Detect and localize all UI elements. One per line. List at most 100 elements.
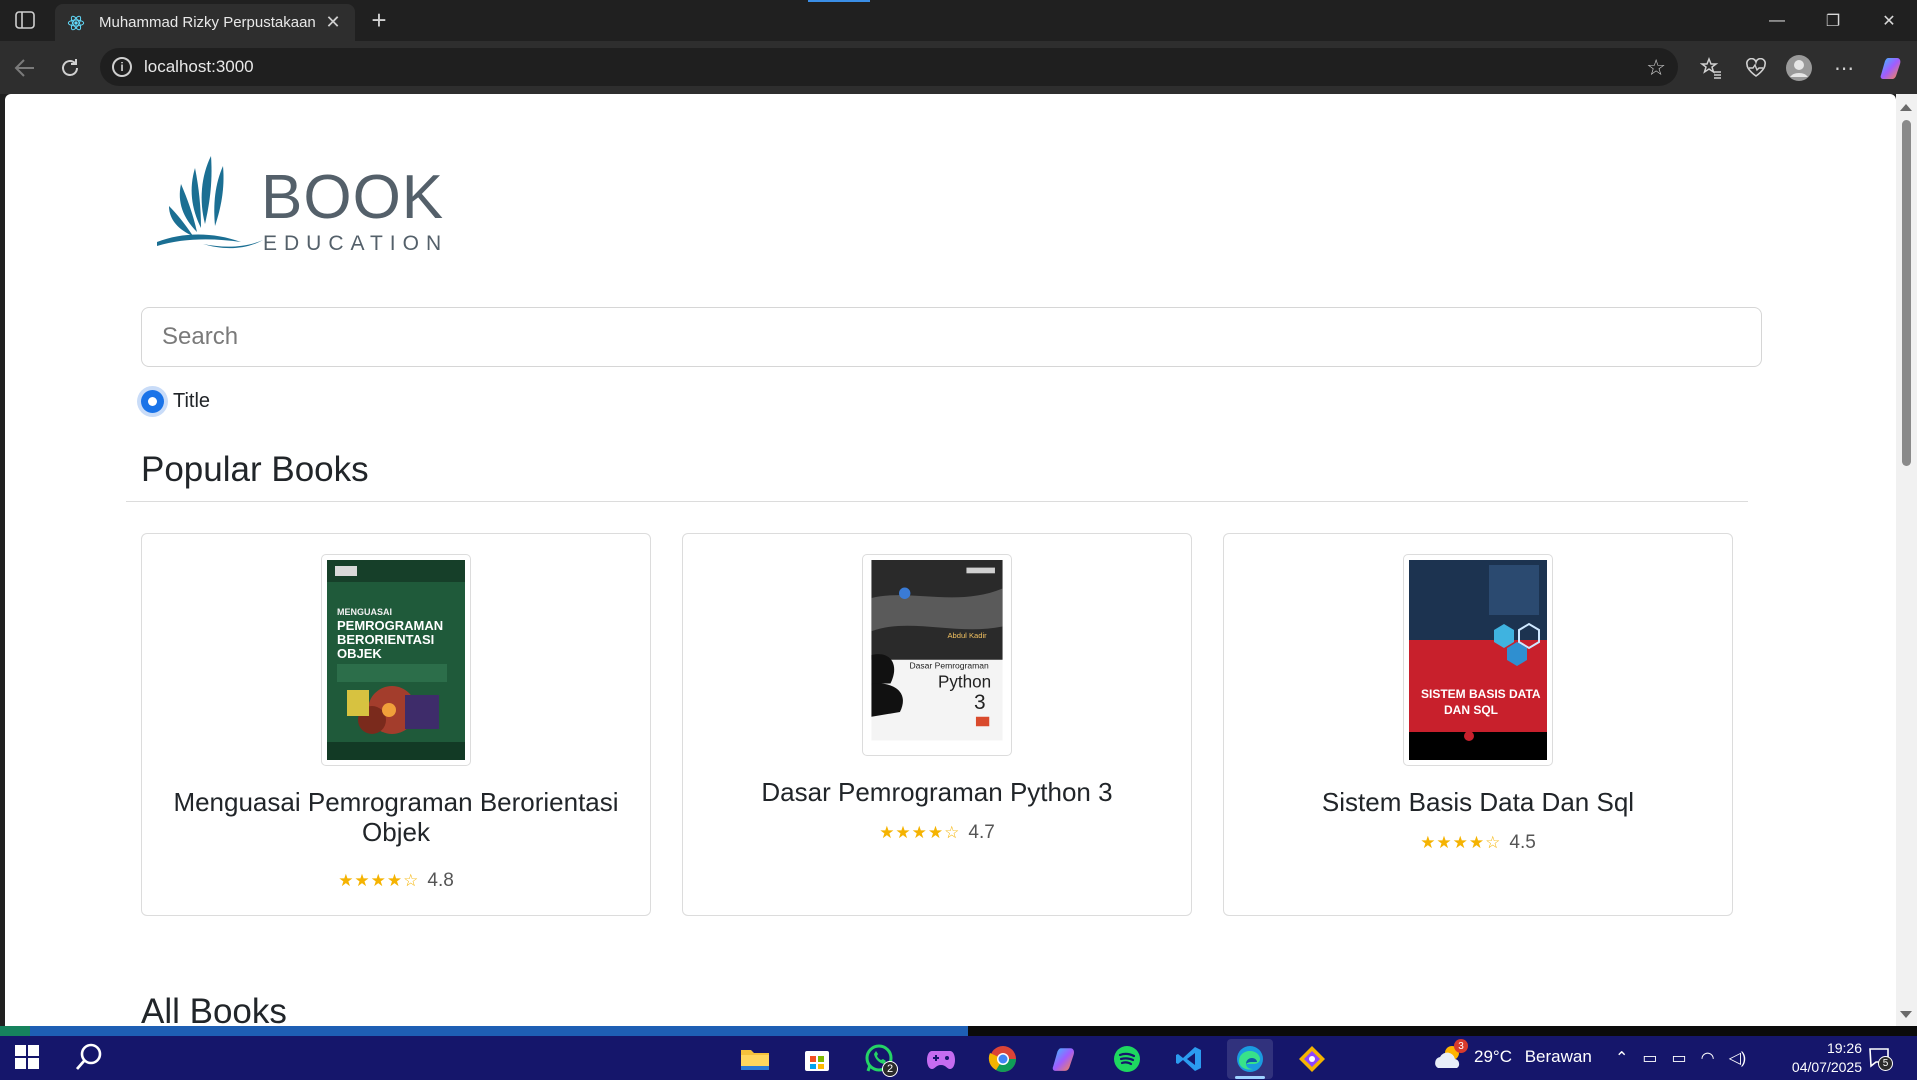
back-arrow-icon[interactable] <box>10 53 40 83</box>
rating-value: 4.5 <box>1509 832 1536 853</box>
book-card[interactable]: MENGUASAI PEMROGRAMAN BERORIENTASI OBJEK… <box>141 533 651 916</box>
section-divider <box>126 501 1748 502</box>
notifications-icon[interactable]: 5 <box>1868 1046 1893 1073</box>
book-rating: ★★★★☆ 4.8 <box>142 870 650 892</box>
svg-text:DAN SQL: DAN SQL <box>1444 703 1498 717</box>
react-icon <box>67 14 85 32</box>
book-rating: ★★★★☆ 4.5 <box>1224 832 1732 854</box>
svg-text:BERORIENTASI: BERORIENTASI <box>337 632 434 647</box>
git-client-icon[interactable] <box>1289 1039 1335 1079</box>
address-bar[interactable]: i localhost:3000 ☆ <box>100 48 1678 86</box>
book-cover-frame: Abdul Kadir Dasar Pemrograman Python 3 <box>862 554 1012 756</box>
window-accent-line <box>808 0 870 2</box>
book-cover-frame: SISTEM BASIS DATA DAN SQL <box>1403 554 1553 766</box>
editor-status-strip <box>0 1026 1917 1036</box>
copilot-app-icon[interactable] <box>1042 1039 1088 1079</box>
battery-icon[interactable]: ▭ <box>1672 1048 1687 1068</box>
whatsapp-badge: 2 <box>882 1061 898 1077</box>
svg-text:MENGUASAI: MENGUASAI <box>337 607 392 617</box>
book-title[interactable]: Menguasai Pemrograman Berorientasi Objek <box>162 787 630 847</box>
scroll-up-arrow-icon[interactable] <box>1900 104 1912 111</box>
all-books-heading: All Books <box>141 992 287 1026</box>
refresh-icon[interactable] <box>55 53 85 83</box>
notification-count: 5 <box>1878 1056 1893 1071</box>
rating-value: 4.8 <box>427 870 454 891</box>
clock-date: 04/07/2025 <box>1791 1059 1862 1075</box>
site-info-icon[interactable]: i <box>112 57 132 77</box>
profile-avatar-icon[interactable] <box>1784 53 1814 83</box>
book-cover-oop: MENGUASAI PEMROGRAMAN BERORIENTASI OBJEK <box>327 560 465 760</box>
book-cover-python: Abdul Kadir Dasar Pemrograman Python 3 <box>871 560 1003 741</box>
search-input[interactable] <box>141 307 1762 367</box>
book-cover-frame: MENGUASAI PEMROGRAMAN BERORIENTASI OBJEK <box>321 554 471 766</box>
svg-text:Abdul Kadir: Abdul Kadir <box>947 631 987 640</box>
tab-close-icon[interactable]: ✕ <box>323 12 343 33</box>
file-explorer-icon[interactable] <box>732 1039 778 1079</box>
logo-text-education: EDUCATION <box>263 232 449 255</box>
game-icon[interactable] <box>918 1039 964 1079</box>
radio-selected-icon[interactable] <box>141 390 164 413</box>
scrollbar-thumb[interactable] <box>1902 120 1911 466</box>
book-rating: ★★★★☆ 4.7 <box>683 822 1191 844</box>
edge-icon[interactable] <box>1227 1039 1273 1079</box>
weather-widget[interactable]: 3 29°C Berawan <box>1432 1039 1592 1072</box>
weather-temp: 29°C <box>1474 1047 1512 1066</box>
start-icon[interactable] <box>14 1044 44 1074</box>
svg-text:SISTEM BASIS DATA: SISTEM BASIS DATA <box>1421 687 1541 701</box>
logo-text-book: BOOK <box>261 163 445 232</box>
rating-stars-icon: ★★★★☆ <box>338 871 420 890</box>
svg-text:3: 3 <box>974 691 986 714</box>
system-tray: ⌃ ▭ ▭ ◠ ◁) <box>1615 1048 1746 1068</box>
book-title[interactable]: Dasar Pemrograman Python 3 <box>703 777 1171 807</box>
popular-books-heading: Popular Books <box>141 450 369 489</box>
rating-value: 4.7 <box>968 822 995 843</box>
book-card[interactable]: SISTEM BASIS DATA DAN SQL Sistem Basis D… <box>1223 533 1733 916</box>
browser-toolbar: i localhost:3000 ☆ ⋯ <box>0 41 1917 94</box>
new-tab-button[interactable]: + <box>364 6 394 36</box>
favorite-star-icon[interactable]: ☆ <box>1646 55 1666 81</box>
url-text: localhost:3000 <box>144 57 254 76</box>
svg-text:Dasar Pemrograman: Dasar Pemrograman <box>909 660 989 670</box>
favorites-icon[interactable] <box>1696 53 1726 83</box>
page-viewport: BOOK EDUCATION Title Popular Books MENGU… <box>5 94 1896 1026</box>
windows-taskbar: 2 3 29°C Berawan ⌃ ▭ ▭ ◠ ◁) 19:26 04/07/… <box>0 1036 1917 1080</box>
browser-tab[interactable]: Muhammad Rizky Perpustakaan ✕ <box>55 4 355 41</box>
book-cover-sql: SISTEM BASIS DATA DAN SQL <box>1409 560 1547 760</box>
chrome-icon[interactable] <box>980 1039 1026 1079</box>
volume-icon[interactable]: ◁) <box>1729 1048 1747 1068</box>
health-heart-icon[interactable] <box>1741 53 1771 83</box>
whatsapp-icon[interactable]: 2 <box>856 1039 902 1079</box>
weather-badge: 3 <box>1454 1039 1468 1053</box>
book-title[interactable]: Sistem Basis Data Dan Sql <box>1244 787 1712 817</box>
book-card[interactable]: Abdul Kadir Dasar Pemrograman Python 3 D… <box>682 533 1192 916</box>
close-window-button[interactable]: ✕ <box>1861 0 1917 41</box>
svg-text:OBJEK: OBJEK <box>337 646 382 661</box>
vscode-icon[interactable] <box>1166 1039 1212 1079</box>
clock-time: 19:26 <box>1826 1040 1862 1056</box>
rating-stars-icon: ★★★★☆ <box>1420 833 1502 852</box>
svg-text:Python: Python <box>938 672 991 691</box>
svg-text:PEMROGRAMAN: PEMROGRAMAN <box>337 618 443 633</box>
chevron-up-icon[interactable]: ⌃ <box>1615 1048 1628 1068</box>
copilot-icon[interactable] <box>1877 53 1907 83</box>
page-scrollbar[interactable] <box>1896 94 1917 1026</box>
cloudy-weather-icon: 3 <box>1432 1039 1468 1072</box>
store-icon[interactable] <box>794 1039 840 1079</box>
book-education-logo[interactable]: BOOK EDUCATION <box>153 146 443 266</box>
rating-stars-icon: ★★★★☆ <box>879 823 961 842</box>
scroll-down-arrow-icon[interactable] <box>1900 1011 1912 1018</box>
radio-label-title: Title <box>173 390 211 412</box>
restore-button[interactable]: ❐ <box>1805 0 1861 41</box>
taskbar-clock[interactable]: 19:26 04/07/2025 <box>1762 1039 1862 1077</box>
meet-now-icon[interactable]: ▭ <box>1642 1048 1657 1068</box>
weather-desc: Berawan <box>1524 1047 1592 1066</box>
sidebar-toggle-icon[interactable] <box>10 8 40 32</box>
tab-title: Muhammad Rizky Perpustakaan <box>99 14 316 31</box>
spotify-icon[interactable] <box>1104 1039 1150 1079</box>
filter-title-radio[interactable]: Title <box>141 390 210 413</box>
more-options-icon[interactable]: ⋯ <box>1829 53 1859 83</box>
search-icon[interactable] <box>74 1042 106 1074</box>
minimize-button[interactable]: — <box>1749 0 1805 41</box>
wifi-icon[interactable]: ◠ <box>1701 1048 1715 1068</box>
browser-titlebar: Muhammad Rizky Perpustakaan ✕ + — ❐ ✕ <box>0 0 1917 41</box>
